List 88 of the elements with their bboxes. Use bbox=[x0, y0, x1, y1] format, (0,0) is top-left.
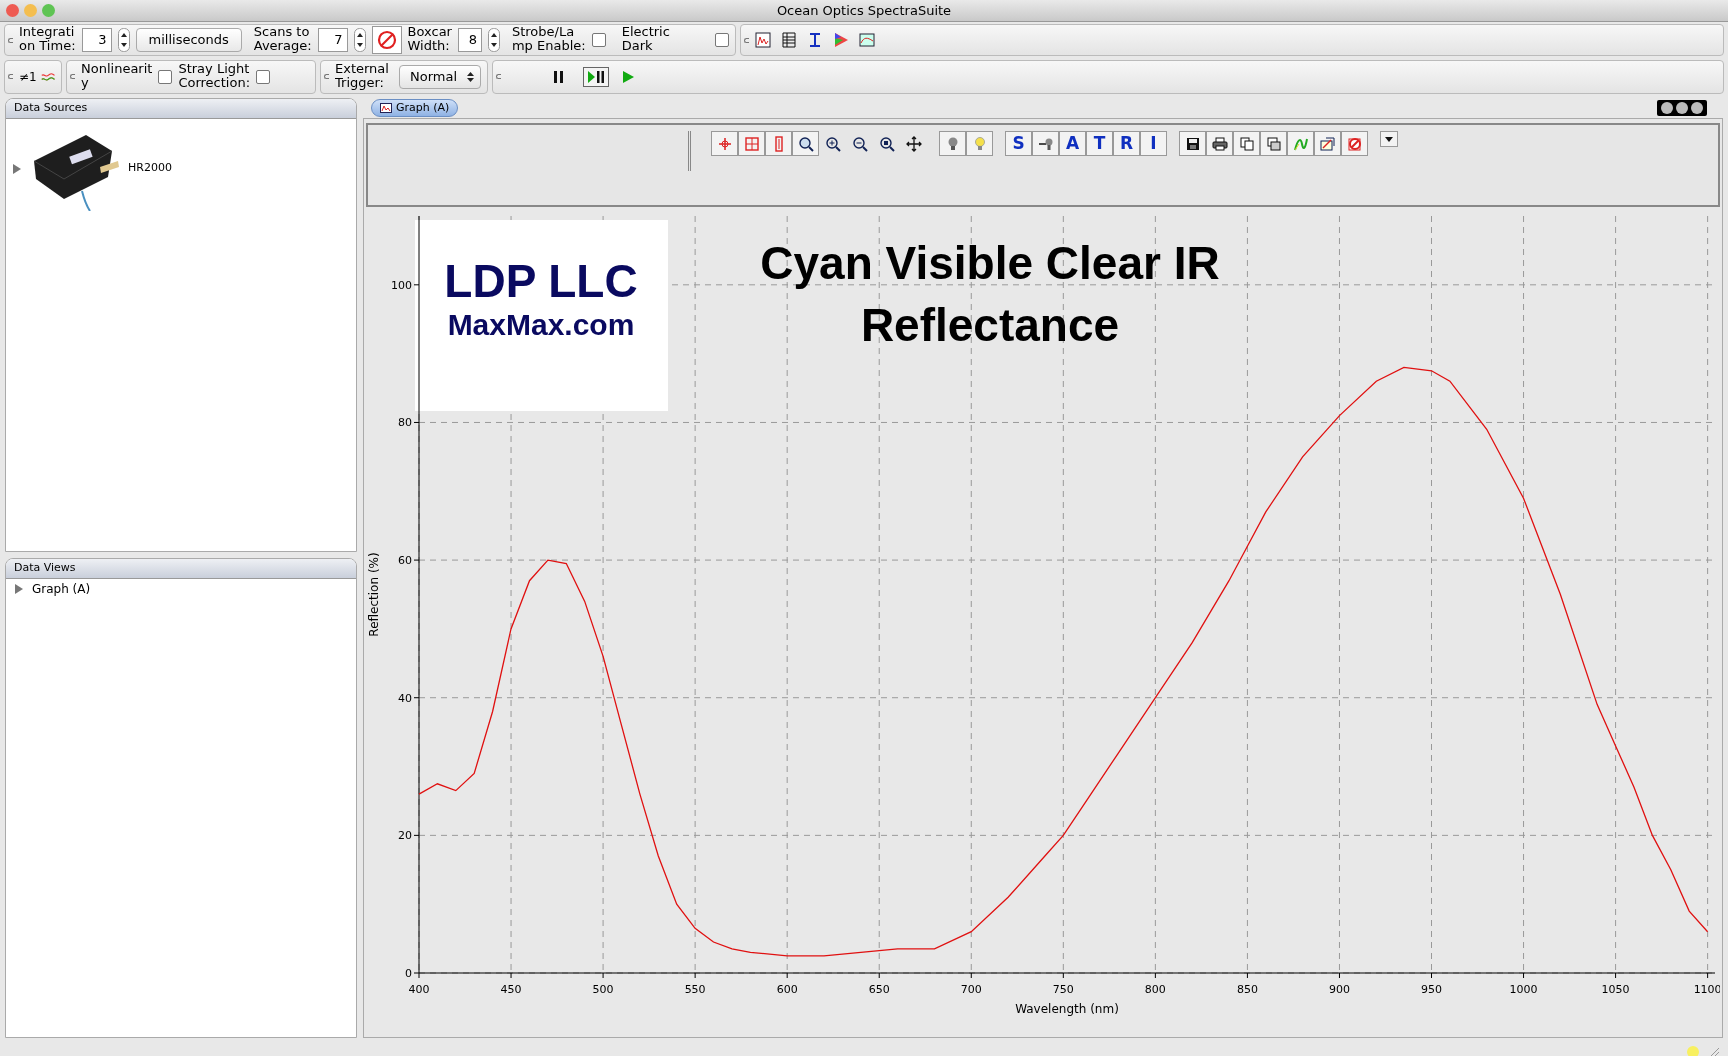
windows-icon[interactable] bbox=[1265, 135, 1282, 152]
field-label: Stray Light Correction: bbox=[178, 62, 251, 92]
field-label: External Trigger: bbox=[335, 62, 389, 92]
printer-icon[interactable] bbox=[1211, 135, 1228, 152]
stop-icon[interactable] bbox=[371, 26, 402, 54]
field-label: Nonlinearit y bbox=[81, 62, 153, 92]
logo-text: LDP LLC bbox=[444, 255, 638, 307]
integration-time-field[interactable]: 3 bbox=[81, 28, 112, 52]
channel-label: ≠1 bbox=[19, 69, 37, 86]
field-label: Strobe/La mp Enable: bbox=[511, 25, 586, 55]
magnifier-icon[interactable] bbox=[797, 135, 814, 152]
tick-label: 40 bbox=[398, 691, 412, 705]
export-icon[interactable] bbox=[1319, 135, 1336, 152]
tool-button[interactable]: S bbox=[1005, 131, 1032, 156]
spectrum-icon[interactable] bbox=[859, 32, 875, 48]
tree-item[interactable]: HR2000 bbox=[128, 160, 172, 177]
tick-label: 1050 bbox=[1601, 983, 1630, 996]
checkbox[interactable] bbox=[256, 70, 271, 84]
tick-label: 60 bbox=[398, 554, 412, 568]
stepper-icon[interactable] bbox=[353, 28, 366, 52]
tool-button[interactable]: T bbox=[1086, 131, 1113, 156]
stepper-icon[interactable] bbox=[487, 28, 500, 52]
graph-icon bbox=[380, 103, 392, 113]
checkbox[interactable] bbox=[715, 33, 729, 47]
field-label: Integrati on Time: bbox=[19, 25, 76, 55]
tick-label: 100 bbox=[391, 278, 412, 292]
axis-title: Wavelength (nm) bbox=[1015, 1002, 1119, 1016]
floppy-icon[interactable] bbox=[1184, 135, 1201, 152]
chart-title: Reflectance bbox=[860, 299, 1120, 351]
wave-icon[interactable] bbox=[40, 71, 55, 83]
graph-icon[interactable] bbox=[755, 32, 771, 48]
field-label: Scans to Average: bbox=[253, 25, 312, 55]
zoom-box-icon[interactable] bbox=[743, 135, 760, 152]
tick-label: 600 bbox=[776, 983, 798, 996]
checkbox[interactable] bbox=[591, 33, 606, 47]
panel-header: Data Sources bbox=[6, 99, 356, 119]
tool-button[interactable]: I bbox=[1140, 131, 1167, 156]
boxcar-field[interactable]: 8 bbox=[457, 28, 482, 52]
tick-label: 80 bbox=[398, 416, 412, 430]
copy-icon[interactable] bbox=[1238, 135, 1255, 152]
move-icon[interactable] bbox=[905, 135, 922, 152]
tick-label: 950 bbox=[1421, 983, 1442, 996]
tick-label: 0 bbox=[405, 967, 412, 980]
table-icon[interactable] bbox=[781, 32, 797, 48]
close-button[interactable] bbox=[6, 4, 19, 17]
remove-icon[interactable] bbox=[1346, 135, 1363, 152]
expand-icon[interactable] bbox=[14, 583, 24, 594]
resize-grip-icon[interactable] bbox=[1708, 1046, 1720, 1056]
color-triangle-icon[interactable] bbox=[833, 32, 849, 48]
zoom-in-icon[interactable] bbox=[824, 135, 841, 152]
tick-label: 700 bbox=[960, 983, 982, 996]
tick-label: 20 bbox=[398, 829, 412, 843]
tree-item[interactable]: Graph (A) bbox=[32, 579, 91, 598]
tick-label: 1000 bbox=[1509, 983, 1538, 996]
field-label: Boxcar Width: bbox=[407, 25, 452, 55]
stepper-icon[interactable] bbox=[117, 28, 130, 52]
scans-field[interactable]: 7 bbox=[317, 28, 348, 52]
tick-label: 900 bbox=[1328, 983, 1350, 996]
status-light-icon bbox=[1686, 1045, 1700, 1056]
updown-caret-icon bbox=[467, 71, 474, 83]
tool-button[interactable]: R bbox=[1113, 131, 1140, 156]
tick-label: 500 bbox=[592, 983, 614, 996]
trigger-select[interactable]: Normal bbox=[398, 65, 481, 89]
axis-title: Reflection (%) bbox=[367, 552, 381, 637]
chart-title: Cyan Visible Clear IR bbox=[760, 237, 1220, 289]
text-cursor-icon[interactable] bbox=[807, 32, 823, 48]
tick-label: 800 bbox=[1144, 983, 1166, 996]
tick-label: 550 bbox=[684, 983, 706, 996]
panel-header: Data Views bbox=[6, 559, 356, 579]
window-title: Ocean Optics SpectraSuite bbox=[776, 3, 952, 18]
crosshair-icon[interactable] bbox=[716, 135, 733, 152]
zoom-out-icon[interactable] bbox=[851, 135, 868, 152]
step-icon[interactable] bbox=[583, 67, 609, 87]
checkbox[interactable] bbox=[158, 70, 173, 84]
field-label: Electric Dark bbox=[621, 25, 670, 55]
graph-tab[interactable]: Graph (A) bbox=[371, 98, 459, 118]
play-icon[interactable] bbox=[621, 70, 635, 84]
tick-label: 650 bbox=[868, 983, 890, 996]
tick-label: 400 bbox=[408, 983, 430, 996]
logo-text: MaxMax.com bbox=[447, 308, 635, 341]
tick-label: 450 bbox=[500, 983, 522, 996]
expand-icon[interactable] bbox=[12, 163, 22, 174]
tick-label: 750 bbox=[1052, 983, 1074, 996]
tool-button[interactable]: A bbox=[1059, 131, 1086, 156]
unit-select[interactable]: milliseconds bbox=[135, 28, 242, 52]
tick-label: 850 bbox=[1236, 983, 1258, 996]
view-controls[interactable] bbox=[1657, 100, 1707, 116]
magnifier-icon[interactable] bbox=[878, 135, 895, 152]
